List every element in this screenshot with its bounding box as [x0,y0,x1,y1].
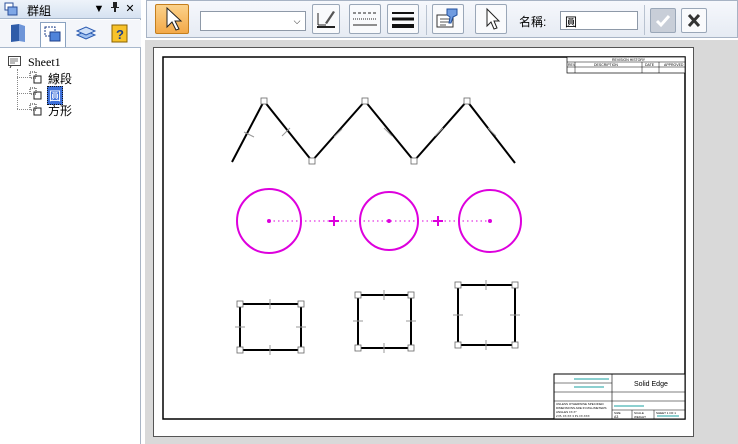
select-button[interactable] [475,4,507,34]
group-icon [4,2,18,16]
description-column: DESCRIPTION [594,63,618,67]
group-panel: 群組 ▼ ✕ ? Sheet1 線段 圓 方形 [0,0,141,444]
close-icon[interactable]: ✕ [123,1,137,17]
tab-help[interactable]: ? [108,22,134,47]
size-value: A3 [614,415,618,419]
group-node-icon [29,71,42,84]
help-book-icon: ? [111,24,128,43]
line-weight-button[interactable] [387,4,419,34]
panel-title: 群組 [27,4,52,18]
select-tool-button[interactable] [155,4,189,34]
format-painter-button[interactable] [432,4,464,34]
sheet-number: SHEET 1 OF 1 [656,411,676,415]
tab-parts[interactable] [6,22,32,47]
sheet-label: Sheet1 [28,55,61,69]
company-name: Solid Edge [634,381,668,388]
drawing-canvas[interactable]: REVISION HISTORY REV DESCRIPTION DATE AP… [145,40,738,444]
tree-guide [17,69,18,109]
weight-label: WEIGHT [634,415,646,419]
circles-group[interactable] [236,188,522,254]
pen-line-icon [317,11,335,28]
panel-tabs: ? [0,20,141,48]
chevron-down-icon: ⌵ [293,16,301,26]
note-line: 2 PL ±X.XX 3 PL ±X.XXX [556,414,590,418]
accept-button[interactable] [650,8,676,33]
line-width-button[interactable] [312,4,340,34]
panel-menu-dropdown[interactable]: ▼ [92,1,106,17]
cancel-button[interactable] [681,8,707,33]
arrow-pointer-icon [486,7,501,30]
pin-icon[interactable] [108,1,122,17]
svg-text:?: ? [116,27,124,42]
toolbar-separator [426,5,427,35]
close-icon [687,13,701,28]
panel-titlebar: 群組 ▼ ✕ [0,0,141,19]
tab-layers[interactable] [74,22,100,47]
sheet-icon [8,56,21,68]
book-icon [11,24,25,42]
revision-header: REVISION HISTORY [612,58,646,62]
name-label: 名稱: [519,15,547,29]
line-weight-icon [392,12,414,28]
title-block: Solid Edge UNLESS OTHERWISE SPECIFIED DI… [553,373,686,420]
group-tab-icon [44,26,61,42]
command-bar: ⌵ 名稱: 圓 [146,0,738,38]
group-node-icon [29,103,42,116]
sheet-graphics: REVISION HISTORY REV DESCRIPTION DATE AP… [162,56,686,420]
toolbar-separator [644,5,645,35]
name-input[interactable]: 圓 [560,11,638,30]
dash-lines-icon [353,12,377,26]
format-painter-icon [436,8,458,28]
dash-style-button[interactable] [349,4,381,34]
approved-column: APPROVED [664,63,684,67]
tree-item-label: 方形 [48,104,73,118]
layers-icon [75,26,97,40]
date-column: DATE [645,63,655,67]
rectangles-group[interactable] [235,280,520,355]
arrow-pointer-icon [166,6,183,31]
check-icon [655,15,671,28]
revision-table: REVISION HISTORY REV DESCRIPTION DATE AP… [566,56,686,74]
line-style-select[interactable]: ⌵ [200,11,306,31]
rev-column: REV [568,63,576,67]
tree-item-label: 線段 [48,72,73,86]
tree-guide [17,77,28,78]
tab-groups[interactable] [40,22,66,47]
tree-guide [17,93,28,94]
drawing-sheet: REVISION HISTORY REV DESCRIPTION DATE AP… [153,47,694,437]
group-node-icon [29,87,42,100]
zigzag-lines[interactable] [231,97,516,165]
tree-guide [17,109,28,110]
